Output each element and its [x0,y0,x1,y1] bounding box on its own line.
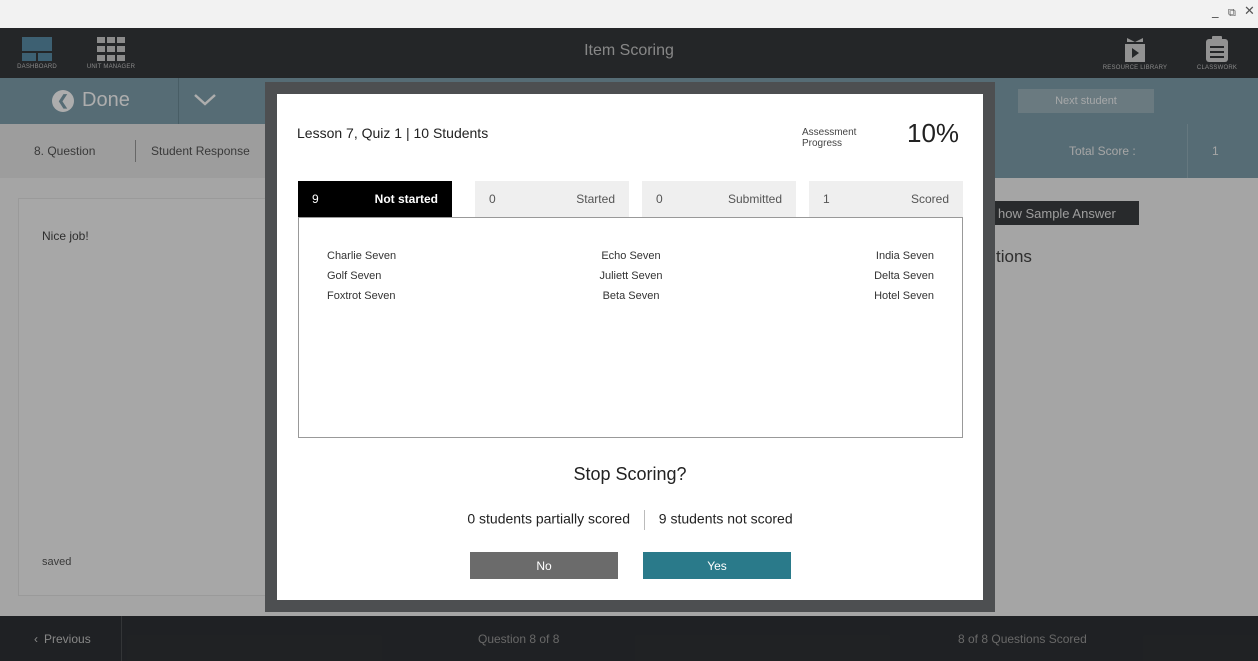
tab-started[interactable]: 0 Started [475,181,629,217]
tab-label: Not started [374,192,438,206]
scoring-summary: 0 students partially scored 9 students n… [277,510,983,530]
partially-scored-count: 0 students partially scored [467,510,630,527]
student-name: Hotel Seven [874,290,934,302]
student-name: Juliett Seven [599,270,663,282]
no-button[interactable]: No [470,552,618,579]
assessment-progress-value: 10% [907,118,960,148]
stop-scoring-question: Stop Scoring? [573,464,687,484]
student-list: Charlie Seven Golf Seven Foxtrot Seven E… [298,217,963,438]
restore-icon[interactable]: ⧉ [1228,6,1236,20]
student-name: Foxtrot Seven [327,290,396,302]
student-name: Echo Seven [601,250,661,262]
student-name: Charlie Seven [327,250,397,262]
tab-scored[interactable]: 1 Scored [809,181,963,217]
student-column-left: Charlie Seven Golf Seven Foxtrot Seven [327,246,396,306]
student-column-right: India Seven Delta Seven Hotel Seven [874,246,934,306]
dialog-body: Lesson 7, Quiz 1 | 10 Students Assessmen… [277,94,983,600]
window-titlebar: _ ⧉ ✕ [0,0,1258,28]
student-name: Delta Seven [874,270,934,282]
dialog-title: Lesson 7, Quiz 1 | 10 Students [297,125,489,141]
minimize-icon[interactable]: _ [1212,4,1219,19]
divider [643,510,645,530]
tab-label: Submitted [727,192,782,206]
tab-count: 0 [489,192,496,206]
student-name: Golf Seven [327,270,382,282]
tab-submitted[interactable]: 0 Submitted [642,181,796,217]
tab-not-started[interactable]: 9 Not started [298,181,452,217]
not-scored-count: 9 students not scored [658,510,793,527]
close-icon[interactable]: ✕ [1244,4,1255,19]
tab-count: 9 [312,192,319,206]
yes-button[interactable]: Yes [643,552,791,579]
stop-scoring-dialog: Lesson 7, Quiz 1 | 10 Students Assessmen… [265,82,995,612]
assessment-progress-label: Assessment Progress [802,127,857,149]
student-column-middle: Echo Seven Juliett Seven Beta Seven [556,246,706,306]
student-name: India Seven [875,250,934,262]
student-name: Beta Seven [602,290,660,302]
tab-label: Scored [910,192,949,206]
tab-label: Started [576,192,615,206]
tab-count: 1 [823,192,830,206]
tab-count: 0 [656,192,663,206]
